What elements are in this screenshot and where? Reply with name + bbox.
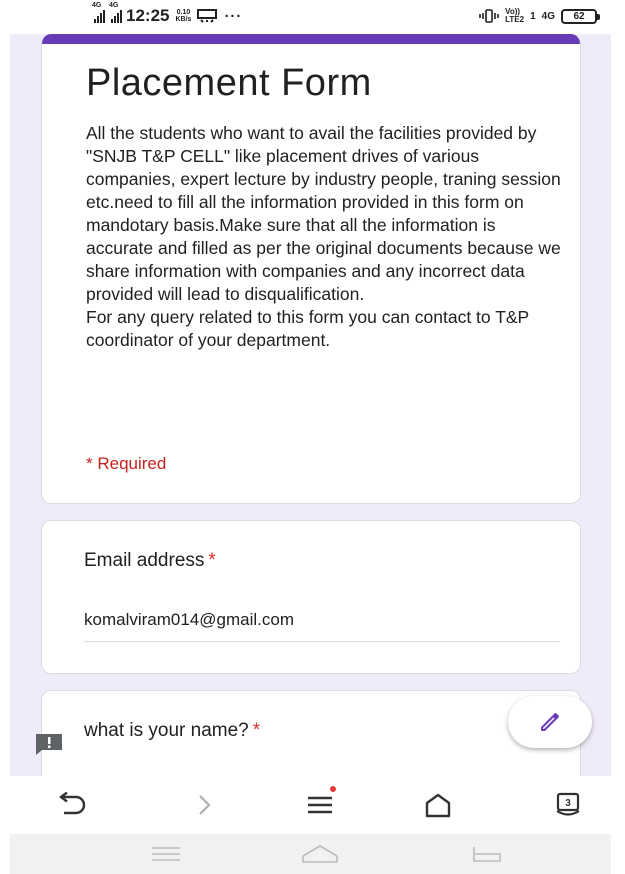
question-card-name: what is your name? * bbox=[41, 690, 581, 776]
back-arrow-icon bbox=[59, 792, 86, 815]
question-card-email: Email address * komalviram014@gmail.com bbox=[41, 520, 581, 674]
required-note: * Required bbox=[86, 454, 167, 473]
menu-icon bbox=[308, 796, 332, 814]
form-description: All the students who want to avail the f… bbox=[86, 123, 561, 350]
sim-indicator: 1 bbox=[530, 10, 536, 22]
question-label-email: Email address bbox=[84, 550, 205, 571]
edit-fab-button[interactable] bbox=[508, 696, 592, 748]
speed-unit: KB/s bbox=[175, 16, 192, 23]
tabs-icon: 3 bbox=[556, 792, 580, 816]
status-left: 4G 4G 12:25 0.10 KB/s ··· bbox=[92, 2, 243, 26]
menu-button[interactable] bbox=[302, 786, 338, 821]
forward-arrow-icon bbox=[199, 795, 211, 815]
hotspot-icon bbox=[197, 9, 218, 23]
tabs-count: 3 bbox=[565, 798, 571, 809]
required-asterisk: * bbox=[252, 720, 261, 741]
system-home-icon bbox=[302, 845, 338, 863]
system-home-button[interactable] bbox=[300, 842, 340, 866]
lte-label: LTE2 bbox=[505, 15, 525, 24]
volte-indicator: Vo)) LTE2 bbox=[505, 8, 524, 24]
question-title-email: Email address * bbox=[84, 550, 216, 572]
feedback-icon bbox=[36, 734, 62, 755]
network-type-1: 4G bbox=[92, 2, 102, 9]
clock: 12:25 bbox=[126, 6, 170, 25]
question-label-name: what is your name? bbox=[84, 720, 249, 741]
network-type-3: 4G bbox=[541, 10, 555, 22]
battery-icon: 62 bbox=[561, 8, 600, 24]
form-title: Placement Form bbox=[86, 62, 372, 104]
form-header-card: Placement Form All the students who want… bbox=[41, 34, 581, 504]
battery-level: 62 bbox=[573, 10, 585, 22]
forward-button[interactable] bbox=[186, 789, 222, 821]
signal-icon-2: 4G bbox=[109, 2, 122, 23]
signal-icon-1: 4G bbox=[92, 2, 105, 23]
network-speed: 0.10 KB/s bbox=[175, 9, 191, 23]
tabs-button[interactable]: 3 bbox=[550, 789, 586, 821]
system-back-icon bbox=[473, 847, 501, 862]
more-notifications: ··· bbox=[224, 7, 243, 25]
email-input[interactable]: komalviram014@gmail.com bbox=[84, 610, 560, 642]
network-type-2: 4G bbox=[109, 2, 119, 9]
system-nav-bar bbox=[10, 834, 611, 874]
question-title-name: what is your name? * bbox=[84, 720, 260, 742]
status-bar: 4G 4G 12:25 0.10 KB/s ··· Vo)) LTE2 1 4G bbox=[0, 0, 625, 34]
vibrate-icon bbox=[479, 9, 499, 23]
home-button[interactable] bbox=[420, 789, 456, 821]
system-menu-icon bbox=[152, 847, 180, 861]
system-menu-button[interactable] bbox=[146, 842, 186, 866]
speed-value: 0.10 bbox=[176, 9, 191, 16]
back-button[interactable] bbox=[54, 789, 90, 821]
pencil-icon bbox=[541, 713, 559, 731]
browser-bottom-nav: 3 bbox=[0, 776, 625, 834]
home-icon bbox=[425, 793, 451, 818]
notification-dot bbox=[330, 786, 336, 792]
feedback-button[interactable] bbox=[34, 732, 64, 756]
required-asterisk: * bbox=[208, 550, 216, 571]
status-right: Vo)) LTE2 1 4G 62 bbox=[479, 8, 600, 24]
form-page: Placement Form All the students who want… bbox=[10, 34, 611, 776]
system-back-button[interactable] bbox=[466, 842, 506, 866]
